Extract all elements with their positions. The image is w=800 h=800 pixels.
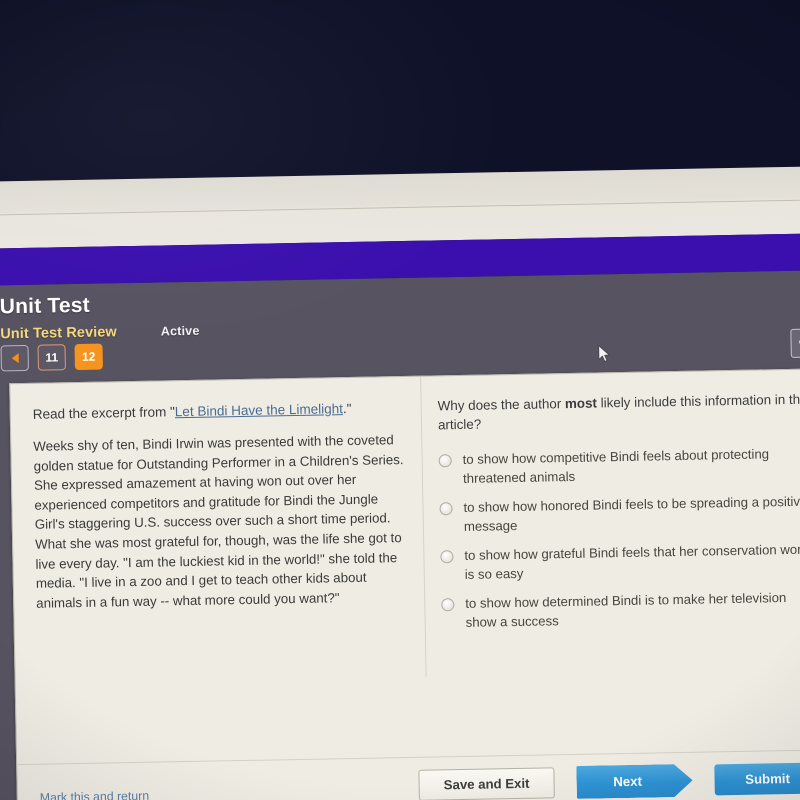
next-button-wrapper: Next <box>576 764 693 799</box>
pager-page-12[interactable]: 12 <box>74 343 103 371</box>
passage-intro-suffix: ." <box>342 400 352 417</box>
passage-title-link[interactable]: Let Bindi Have the Limelight <box>175 401 343 419</box>
answer-choice-2[interactable]: to show how honored Bindi feels to be sp… <box>439 491 800 536</box>
question-stem: Why does the author most likely include … <box>437 390 800 435</box>
print-button[interactable] <box>790 328 800 358</box>
mark-this-and-return-link[interactable]: Mark this and return <box>40 789 150 800</box>
radio-button-icon[interactable] <box>439 502 453 516</box>
radio-button-icon[interactable] <box>441 598 455 612</box>
caret-left-icon <box>11 353 19 364</box>
passage-body: Weeks shy of ten, Bindi Irwin was presen… <box>33 432 404 611</box>
next-label: Next <box>613 773 643 790</box>
submit-button[interactable]: Submit <box>714 762 800 796</box>
save-and-exit-label: Save and Exit <box>443 775 530 793</box>
photographed-screen: Unit Test Unit Test Review Active 11 12 <box>0 0 800 800</box>
footer-actions: Save and Exit Next Submit <box>418 761 800 800</box>
question-stem-emphasis: most <box>564 395 598 412</box>
pager-page-11-label: 11 <box>45 350 59 365</box>
assignment-subtitle: Unit Test Review <box>0 324 117 343</box>
answer-choice-4[interactable]: to show how determined Bindi is to make … <box>441 587 800 632</box>
answer-choice-1[interactable]: to show how competitive Bindi feels abou… <box>438 444 800 489</box>
pager-page-12-label: 12 <box>81 349 96 364</box>
screen-content: Unit Test Unit Test Review Active 11 12 <box>0 0 800 800</box>
assignment-app: Unit Test Unit Test Review Active 11 12 <box>0 270 800 800</box>
question-column: Why does the author most likely include … <box>421 369 800 759</box>
passage-column: Read the excerpt from "Let Bindi Have th… <box>10 377 427 766</box>
answer-choice-1-label: to show how competitive Bindi feels abou… <box>462 446 770 486</box>
submit-label: Submit <box>745 771 791 787</box>
passage-intro-prefix: Read the excerpt from " <box>32 404 175 422</box>
next-button[interactable]: Next <box>576 764 693 799</box>
answer-choice-3[interactable]: to show how grateful Bindi feels that he… <box>440 539 800 584</box>
question-pager: 11 12 <box>0 343 103 372</box>
question-card: Read the excerpt from "Let Bindi Have th… <box>9 368 800 800</box>
answer-choice-3-label: to show how grateful Bindi feels that he… <box>464 541 800 582</box>
passage-intro: Read the excerpt from "Let Bindi Have th… <box>33 398 403 424</box>
radio-button-icon[interactable] <box>440 550 454 564</box>
question-card-body: Read the excerpt from "Let Bindi Have th… <box>10 369 800 766</box>
question-stem-before: Why does the author <box>437 396 566 414</box>
radio-button-icon[interactable] <box>438 454 452 468</box>
pager-prev-button[interactable] <box>0 344 29 372</box>
save-and-exit-button[interactable]: Save and Exit <box>418 767 555 800</box>
top-dark-band <box>0 0 800 183</box>
assignment-header: Unit Test Unit Test Review Active <box>0 281 800 343</box>
pager-page-11[interactable]: 11 <box>37 344 66 371</box>
answer-choice-2-label: to show how honored Bindi feels to be sp… <box>463 493 800 534</box>
answer-choice-4-label: to show how determined Bindi is to make … <box>465 590 787 630</box>
answer-choices: to show how competitive Bindi feels abou… <box>438 444 800 633</box>
status-badge: Active <box>160 323 200 339</box>
